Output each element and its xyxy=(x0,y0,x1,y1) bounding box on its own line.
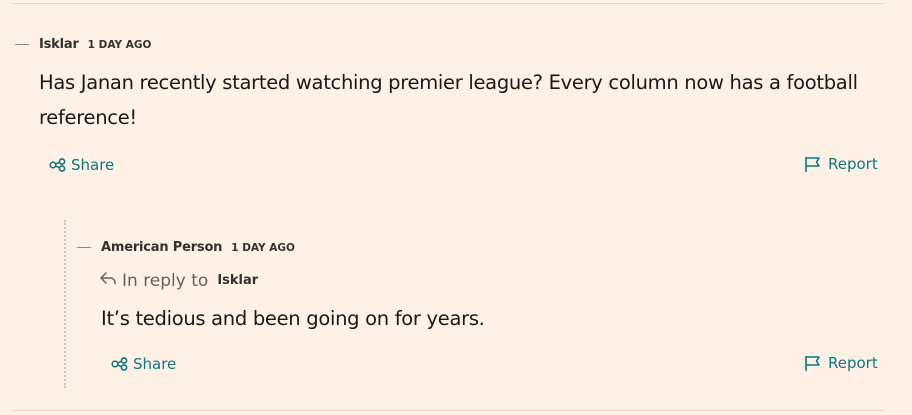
collapse-icon[interactable] xyxy=(15,44,29,45)
comment-timestamp: 1 DAY AGO xyxy=(231,242,295,254)
thread-line xyxy=(64,220,66,388)
bottom-divider xyxy=(12,410,884,411)
reply-to-author[interactable]: Isklar xyxy=(217,273,258,288)
share-icon xyxy=(111,357,129,371)
comment-meta: Isklar 1 DAY AGO xyxy=(39,37,151,52)
share-button[interactable]: Share xyxy=(111,355,176,373)
report-button[interactable]: Report xyxy=(804,155,878,173)
comment-meta: American Person 1 DAY AGO xyxy=(101,240,295,255)
share-label: Share xyxy=(133,355,177,373)
top-divider xyxy=(12,3,884,4)
in-reply-to: In reply to Isklar xyxy=(99,270,258,291)
share-label: Share xyxy=(71,156,115,174)
comment-body: It’s tedious and been going on for years… xyxy=(101,307,485,330)
reply-prefix: In reply to xyxy=(122,270,209,291)
report-button[interactable]: Report xyxy=(804,354,878,372)
reply-arrow-icon xyxy=(99,270,117,291)
share-icon xyxy=(49,158,67,172)
report-label: Report xyxy=(828,155,878,173)
report-label: Report xyxy=(828,354,878,372)
comment-timestamp: 1 DAY AGO xyxy=(87,39,152,51)
comment-body: Has Janan recently started watching prem… xyxy=(39,71,858,129)
flag-icon xyxy=(804,156,824,173)
comment-author[interactable]: American Person xyxy=(101,240,222,255)
share-button[interactable]: Share xyxy=(49,156,114,174)
flag-icon xyxy=(804,355,824,372)
collapse-icon[interactable] xyxy=(77,247,91,248)
comment-author[interactable]: Isklar xyxy=(39,37,79,52)
